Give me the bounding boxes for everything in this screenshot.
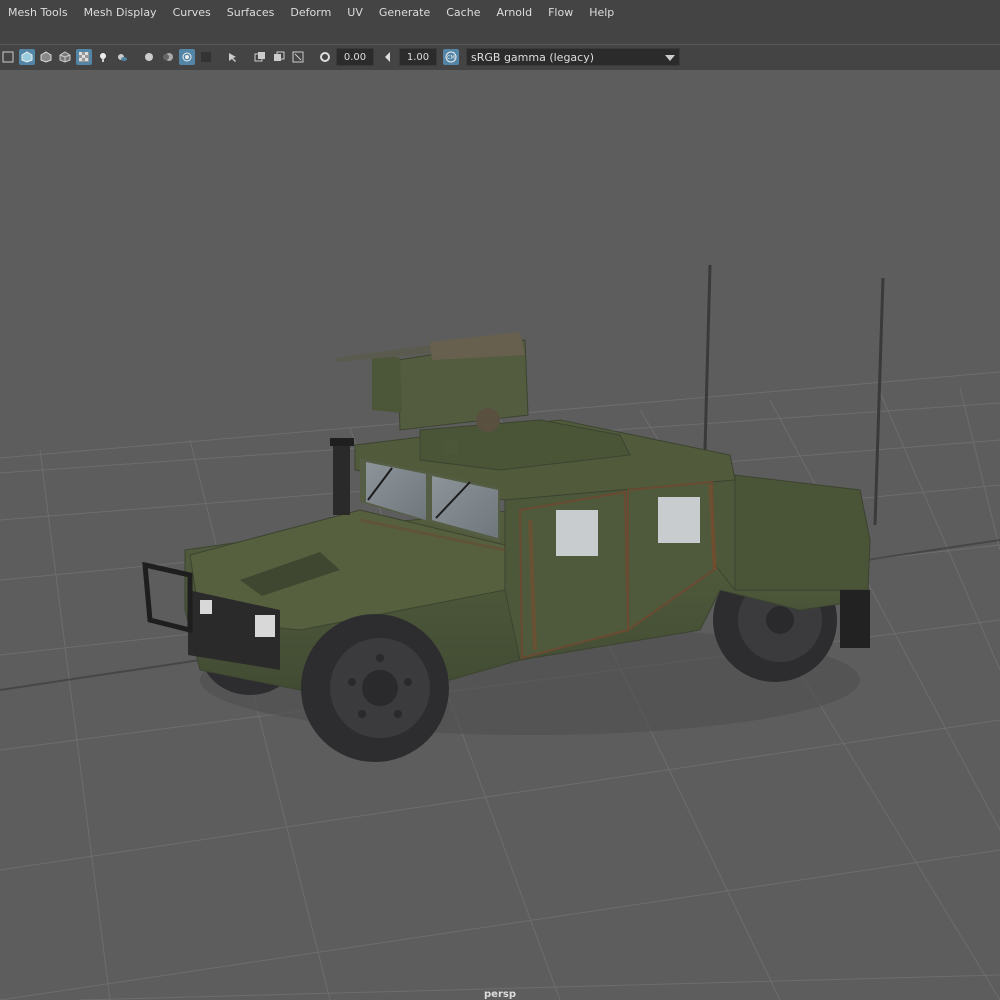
exposure-field[interactable]: 0.00 xyxy=(336,48,374,66)
hud-icon[interactable] xyxy=(290,49,306,65)
smooth-shade-icon[interactable] xyxy=(19,49,35,65)
menu-help[interactable]: Help xyxy=(581,6,622,19)
viewport-toolbar: 0.00 1.00 CM sRGB gamma (legacy) xyxy=(0,45,1000,69)
resolution-gate-icon[interactable] xyxy=(225,49,241,65)
grid-icon[interactable] xyxy=(252,49,268,65)
perspective-viewport[interactable]: persp xyxy=(0,70,1000,1000)
menu-generate[interactable]: Generate xyxy=(371,6,438,19)
gamma-field[interactable]: 1.00 xyxy=(399,48,437,66)
shelf-area xyxy=(0,24,1000,45)
camera-name-label: persp xyxy=(484,989,516,1000)
wireframe-on-shaded-icon[interactable] xyxy=(38,49,54,65)
menu-deform[interactable]: Deform xyxy=(282,6,339,19)
color-space-value: sRGB gamma (legacy) xyxy=(471,50,595,64)
viewport-scene xyxy=(0,264,1000,1000)
textured-icon[interactable] xyxy=(57,49,73,65)
wireframe-icon[interactable] xyxy=(0,49,16,65)
color-management-icon[interactable]: CM xyxy=(443,49,459,65)
motion-blur-icon[interactable] xyxy=(160,49,176,65)
menu-mesh-tools[interactable]: Mesh Tools xyxy=(0,6,76,19)
exposure-icon[interactable] xyxy=(317,49,333,65)
light-icon[interactable] xyxy=(95,49,111,65)
isolate-icon[interactable] xyxy=(179,49,195,65)
menu-surfaces[interactable]: Surfaces xyxy=(219,6,283,19)
menu-mesh-display[interactable]: Mesh Display xyxy=(76,6,165,19)
menu-uv[interactable]: UV xyxy=(339,6,371,19)
menu-arnold[interactable]: Arnold xyxy=(488,6,540,19)
xray-icon[interactable] xyxy=(76,49,92,65)
menu-curves[interactable]: Curves xyxy=(165,6,219,19)
menu-cache[interactable]: Cache xyxy=(438,6,488,19)
chevron-down-icon xyxy=(665,51,675,64)
ao-icon[interactable] xyxy=(141,49,157,65)
menu-bar: Mesh Tools Mesh Display Curves Surfaces … xyxy=(0,0,1000,25)
svg-text:CM: CM xyxy=(447,55,455,61)
humvee-model xyxy=(142,264,885,762)
gamma-icon[interactable] xyxy=(380,49,396,65)
shadow-icon[interactable] xyxy=(114,49,130,65)
menu-flow[interactable]: Flow xyxy=(540,6,581,19)
safe-frame-icon[interactable] xyxy=(271,49,287,65)
color-space-dropdown[interactable]: sRGB gamma (legacy) xyxy=(466,48,680,66)
camera-gate-icon[interactable] xyxy=(198,49,214,65)
